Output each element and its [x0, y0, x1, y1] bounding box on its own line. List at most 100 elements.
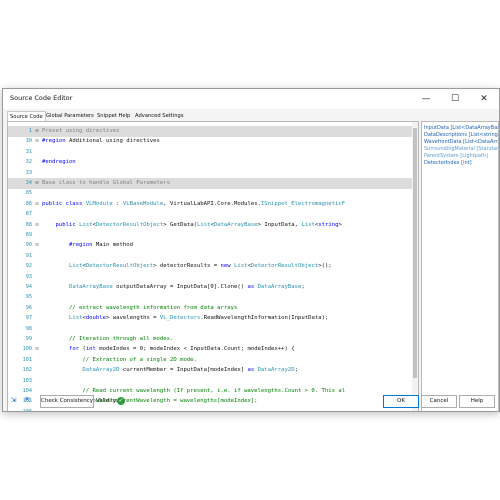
code-token: // Iteration through all modes. [42, 336, 174, 342]
title-bar: Source Code Editor — ☐ ✕ [3, 89, 499, 109]
code-line[interactable]: 98 [8, 324, 418, 335]
line-number: 1 [28, 128, 32, 134]
code-token: , VirtualLabAPI.Core.Modules. [163, 200, 261, 207]
code-text: #region Main method [42, 240, 133, 251]
code-token: : [112, 200, 123, 207]
line-number: 101 [22, 356, 32, 363]
code-token: Main method [92, 242, 133, 249]
code-line[interactable]: 97 List<double> wavelengths = VL_Detecto… [8, 313, 418, 324]
line-number: 90 [25, 242, 32, 249]
code-line[interactable]: 96 // extract wavelength information fro… [8, 303, 418, 314]
code-line[interactable]: 86 ⊟ public class VLModule : VLBaseModule,… [8, 199, 418, 210]
line-number: 86 [25, 200, 32, 207]
help-button[interactable]: Help [459, 395, 495, 408]
fold-toggle-icon[interactable]: ⊞ [34, 178, 40, 189]
code-token: List [68, 315, 83, 322]
code-line[interactable]: 102 DataArray2D currentMember = InputDat… [8, 365, 418, 376]
tab-advanced-settings[interactable]: Advanced Settings [133, 111, 186, 121]
code-token: as [247, 367, 258, 374]
code-line[interactable]: 1 ⊞ Preset using directives [8, 126, 418, 137]
parameter-item[interactable]: DetectorIndex [int] [424, 160, 472, 167]
code-editor[interactable]: 112 }111110109 *************************… [7, 121, 419, 411]
code-token: string [318, 221, 339, 228]
close-button[interactable]: ✕ [473, 91, 495, 107]
code-token: VLBaseModule [122, 200, 164, 207]
code-line[interactable]: 92 List<DetectorResultObject> detectorRe… [8, 261, 418, 272]
parameter-item[interactable]: DataDescriptions [List<string [424, 132, 498, 139]
check-consistency-button[interactable]: Check Consistency [40, 395, 94, 408]
code-line[interactable]: 93 [8, 272, 418, 283]
tab-snippet-help[interactable]: Snippet Help [95, 111, 132, 121]
code-token: DataArrayBase [257, 284, 302, 290]
code-line[interactable]: 95 [8, 292, 418, 303]
code-token: Additional using directives [65, 138, 160, 145]
code-line[interactable]: 91 [8, 251, 418, 262]
code-line[interactable]: 32 #endregion [8, 157, 418, 168]
editor-scrollbar[interactable] [412, 122, 418, 411]
parameter-item[interactable]: ParentSystem [Lightpath] [424, 153, 488, 160]
code-text: DataArrayBase outputDataArray = InputDat… [42, 282, 305, 293]
code-line[interactable]: 88 ⊟ public List<DetectorResultObject> Ge… [8, 220, 418, 231]
code-line[interactable]: 94 DataArrayBase outputDataArray = Input… [8, 282, 418, 293]
fold-toggle-icon[interactable]: ⊟ [34, 240, 40, 251]
code-line[interactable]: 89 [8, 230, 418, 241]
code-token: VL_Detectors [159, 315, 201, 322]
line-number: 96 [25, 304, 32, 311]
code-line[interactable]: 103 [8, 376, 418, 387]
export-icon[interactable]: ⇱ [23, 396, 32, 405]
code-token: DataArrayBase [68, 284, 113, 290]
code-token: >(); [318, 263, 332, 270]
line-number: 31 [25, 148, 32, 155]
line-number: 33 [25, 169, 32, 176]
code-token: #region [42, 138, 66, 145]
fold-toggle-icon[interactable]: ⊟ [34, 220, 40, 231]
fold-toggle-icon[interactable]: ⊟ [34, 344, 40, 355]
code-token: currentMember = InputData[modeIndex] [119, 367, 248, 374]
code-token: > InputData, [257, 221, 302, 228]
ok-button[interactable]: OK [383, 395, 419, 408]
code-line[interactable]: 85 [8, 188, 418, 199]
maximize-button[interactable]: ☐ [444, 91, 466, 107]
code-text: Base class to handle Global Parameters [42, 178, 170, 189]
fold-toggle-icon[interactable]: ⊞ [34, 126, 40, 137]
code-token: outputDataArray = InputData[0].Clone() [112, 284, 248, 290]
code-line[interactable]: 87 [8, 209, 418, 220]
code-token: > GetData( [163, 221, 197, 228]
tab-global-parameters[interactable]: Global Parameters [44, 111, 96, 121]
code-token: .ReadWavelengthInformation(InputData); [200, 315, 329, 322]
fold-toggle-icon[interactable]: ⊟ [34, 136, 40, 147]
code-token: > [338, 221, 342, 228]
code-line[interactable]: 34 ⊞ Base class to handle Global Parameter… [8, 178, 418, 189]
code-token: public class [42, 200, 86, 207]
fold-toggle-icon[interactable]: ⊟ [34, 199, 40, 210]
cancel-button[interactable]: Cancel [421, 395, 457, 408]
code-token: DataArray2D [82, 367, 120, 374]
parameter-item[interactable]: InputData [List<DataArrayBas [424, 125, 498, 132]
code-token: List [79, 221, 93, 228]
code-line[interactable]: 33 [8, 168, 418, 179]
parameters-panel: InputData [List<DataArrayBas DataDescript… [421, 121, 499, 411]
editor-scroll-thumb[interactable] [413, 128, 417, 378]
validity-check-icon: ✓ [117, 397, 125, 405]
code-line[interactable]: 90 ⊟ #region Main method [8, 240, 418, 251]
code-text: // Iteration through all modes. [42, 334, 173, 345]
code-line[interactable]: 31 [8, 147, 418, 158]
code-text: List<DetectorResultObject> detectorResul… [42, 261, 332, 272]
line-number: 94 [25, 284, 32, 290]
line-number: 102 [22, 367, 32, 374]
code-line[interactable]: 30 ⊟ #region Additional using directives [8, 136, 418, 147]
code-line[interactable]: 101 // Extraction of a single 2D mode. [8, 355, 418, 366]
code-line[interactable]: 99 // Iteration through all modes. [8, 334, 418, 345]
parameter-item[interactable]: SurroundingMaterial [Standar [424, 146, 498, 153]
parameter-item[interactable]: WavefrontData [List<DataArra [424, 139, 498, 146]
import-icon[interactable]: ⇲ [9, 396, 18, 405]
line-number: 98 [25, 325, 32, 332]
code-text: public List<DetectorResultObject> GetDat… [42, 220, 342, 231]
line-number: 99 [25, 336, 32, 342]
minimize-button[interactable]: — [415, 91, 437, 107]
code-line[interactable]: 100 ⊟ for (int modeIndex = 0; modeIndex <… [8, 344, 418, 355]
